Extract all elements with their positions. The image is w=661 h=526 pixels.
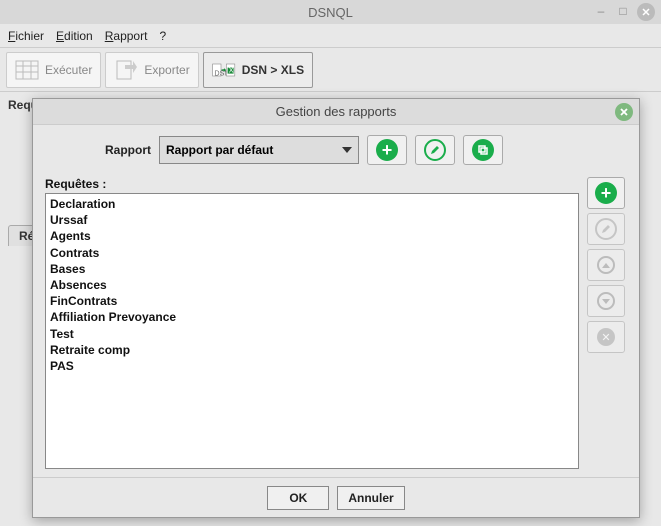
list-item[interactable]: FinContrats — [50, 293, 574, 309]
chevron-down-icon — [597, 292, 615, 310]
copy-report-button[interactable] — [463, 135, 503, 165]
list-item[interactable]: Agents — [50, 228, 574, 244]
x-icon: ✕ — [597, 328, 615, 346]
window-controls: – □ — [593, 3, 655, 21]
plus-icon: + — [595, 182, 617, 204]
maximize-icon[interactable]: □ — [615, 3, 631, 19]
run-icon — [15, 58, 39, 82]
dialog-title: Gestion des rapports — [276, 104, 397, 119]
add-report-button[interactable]: + — [367, 135, 407, 165]
chevron-down-icon — [342, 147, 352, 153]
svg-text:X: X — [229, 65, 234, 74]
dsn-xls-icon: DSN X — [212, 58, 236, 82]
menu-rapport[interactable]: Rapport — [105, 29, 148, 43]
edit-report-button[interactable] — [415, 135, 455, 165]
list-item[interactable]: Retraite comp — [50, 342, 574, 358]
pencil-icon — [424, 139, 446, 161]
queries-column: Requêtes : DeclarationUrssafAgentsContra… — [45, 177, 579, 469]
list-action-buttons: + ✕ — [587, 177, 627, 469]
list-item[interactable]: Test — [50, 326, 574, 342]
report-dropdown[interactable]: Rapport par défaut — [159, 136, 359, 164]
copy-icon — [472, 139, 494, 161]
dialog-footer: OK Annuler — [33, 477, 639, 517]
exporter-label: Exporter — [144, 63, 189, 77]
delete-query-button[interactable]: ✕ — [587, 321, 625, 353]
exporter-button[interactable]: Exporter — [105, 52, 198, 88]
dsn-xls-label: DSN > XLS — [242, 63, 304, 77]
menu-edition[interactable]: Edition — [56, 29, 93, 43]
move-up-button[interactable] — [587, 249, 625, 281]
list-item[interactable]: PAS — [50, 358, 574, 374]
list-item[interactable]: Absences — [50, 277, 574, 293]
dialog-body: Rapport Rapport par défaut + Requêt — [33, 125, 639, 477]
queries-area: Requêtes : DeclarationUrssafAgentsContra… — [45, 177, 627, 469]
menubar: Fichier Edition Rapport ? — [0, 24, 661, 48]
list-item[interactable]: Contrats — [50, 245, 574, 261]
dialog-titlebar: Gestion des rapports — [33, 99, 639, 125]
export-icon — [114, 58, 138, 82]
move-down-button[interactable] — [587, 285, 625, 317]
list-item[interactable]: Urssaf — [50, 212, 574, 228]
cancel-button[interactable]: Annuler — [337, 486, 404, 510]
add-query-button[interactable]: + — [587, 177, 625, 209]
ok-button[interactable]: OK — [267, 486, 329, 510]
report-selector-row: Rapport Rapport par défaut + — [45, 135, 627, 165]
list-item[interactable]: Declaration — [50, 196, 574, 212]
menu-fichier[interactable]: Fichier — [8, 29, 44, 43]
menu-help[interactable]: ? — [159, 29, 166, 43]
app-title: DSNQL — [308, 5, 353, 20]
pencil-icon — [595, 218, 617, 240]
executer-button[interactable]: Exécuter — [6, 52, 101, 88]
dialog-close-icon[interactable] — [615, 103, 633, 121]
list-item[interactable]: Bases — [50, 261, 574, 277]
close-icon[interactable] — [637, 3, 655, 21]
requetes-label: Requêtes : — [45, 177, 579, 191]
toolbar: Exécuter Exporter DSN X DSN > XLS — [0, 48, 661, 92]
edit-query-button[interactable] — [587, 213, 625, 245]
reports-dialog: Gestion des rapports Rapport Rapport par… — [32, 98, 640, 518]
chevron-up-icon — [597, 256, 615, 274]
queries-listbox[interactable]: DeclarationUrssafAgentsContratsBasesAbse… — [45, 193, 579, 469]
list-item[interactable]: Affiliation Prevoyance — [50, 309, 574, 325]
report-selected-value: Rapport par défaut — [166, 143, 273, 157]
executer-label: Exécuter — [45, 63, 92, 77]
dsn-xls-button[interactable]: DSN X DSN > XLS — [203, 52, 313, 88]
plus-icon: + — [376, 139, 398, 161]
minimize-icon[interactable]: – — [593, 3, 609, 19]
rapport-label: Rapport — [105, 143, 151, 157]
main-titlebar: DSNQL – □ — [0, 0, 661, 24]
